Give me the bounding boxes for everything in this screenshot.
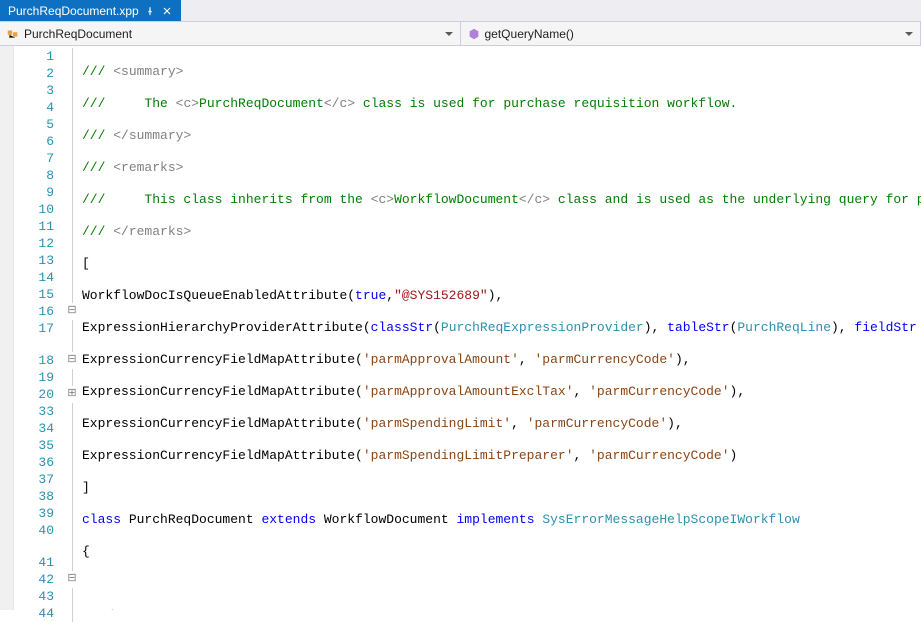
chevron-down-icon xyxy=(904,29,914,39)
line-number: 1 xyxy=(14,48,64,65)
tab-bar: PurchReqDocument.xpp xyxy=(0,0,921,22)
line-number: 10 xyxy=(14,201,64,218)
line-number: 37 xyxy=(14,471,64,488)
line-number: 42 xyxy=(14,571,64,588)
line-number: 39 xyxy=(14,505,64,522)
line-number: 8 xyxy=(14,167,64,184)
line-number: 15 xyxy=(14,286,64,303)
line-number: 11 xyxy=(14,218,64,235)
line-number: 34 xyxy=(14,420,64,437)
chevron-down-icon xyxy=(444,29,454,39)
line-number: 43 xyxy=(14,588,64,605)
line-number: 18 xyxy=(14,352,64,369)
line-number: 5 xyxy=(14,116,64,133)
line-number: 6 xyxy=(14,133,64,150)
nav-class-dropdown[interactable]: PurchReqDocument xyxy=(0,22,461,45)
line-number: 9 xyxy=(14,184,64,201)
line-number: 36 xyxy=(14,454,64,471)
line-number: 44 xyxy=(14,605,64,622)
code-editor[interactable]: 1 2 3 4 5 6 7 8 9 10 11 12 13 14 15 16 1… xyxy=(0,46,921,610)
fold-toggle[interactable]: ⊟ xyxy=(64,352,80,369)
navigation-bar: PurchReqDocument getQueryName() xyxy=(0,22,921,46)
nav-member-dropdown[interactable]: getQueryName() xyxy=(461,22,921,45)
line-number: 13 xyxy=(14,252,64,269)
line-number xyxy=(14,337,64,352)
nav-class-name: PurchReqDocument xyxy=(24,27,132,41)
line-number: 12 xyxy=(14,235,64,252)
line-number: 19 xyxy=(14,369,64,386)
tab-filename: PurchReqDocument.xpp xyxy=(8,4,139,18)
code-content[interactable]: /// <summary> /// The <c>PurchReqDocumen… xyxy=(80,46,921,610)
line-number: 41 xyxy=(14,554,64,571)
class-icon xyxy=(6,27,20,41)
fold-toggle[interactable]: ⊟ xyxy=(64,303,80,320)
pin-icon[interactable] xyxy=(145,6,155,16)
file-tab[interactable]: PurchReqDocument.xpp xyxy=(0,0,181,21)
close-icon[interactable] xyxy=(161,5,173,17)
line-number: 7 xyxy=(14,150,64,167)
line-number: 33 xyxy=(14,403,64,420)
line-number xyxy=(14,539,64,554)
line-number: 20 xyxy=(14,386,64,403)
line-number: 2 xyxy=(14,65,64,82)
fold-column: ⊟ ⊟ ⊞ ⊟ xyxy=(64,46,80,610)
line-number: 38 xyxy=(14,488,64,505)
line-number-gutter: 1 2 3 4 5 6 7 8 9 10 11 12 13 14 15 16 1… xyxy=(14,46,64,610)
fold-toggle[interactable]: ⊟ xyxy=(64,571,80,588)
line-number: 35 xyxy=(14,437,64,454)
line-number: 17 xyxy=(14,320,64,337)
line-number: 14 xyxy=(14,269,64,286)
line-number: 4 xyxy=(14,99,64,116)
line-number: 16 xyxy=(14,303,64,320)
line-number: 40 xyxy=(14,522,64,539)
fold-toggle[interactable]: ⊞ xyxy=(64,386,80,403)
method-icon xyxy=(467,27,481,41)
margin-strip xyxy=(0,46,14,610)
line-number: 3 xyxy=(14,82,64,99)
nav-member-name: getQueryName() xyxy=(485,27,574,41)
